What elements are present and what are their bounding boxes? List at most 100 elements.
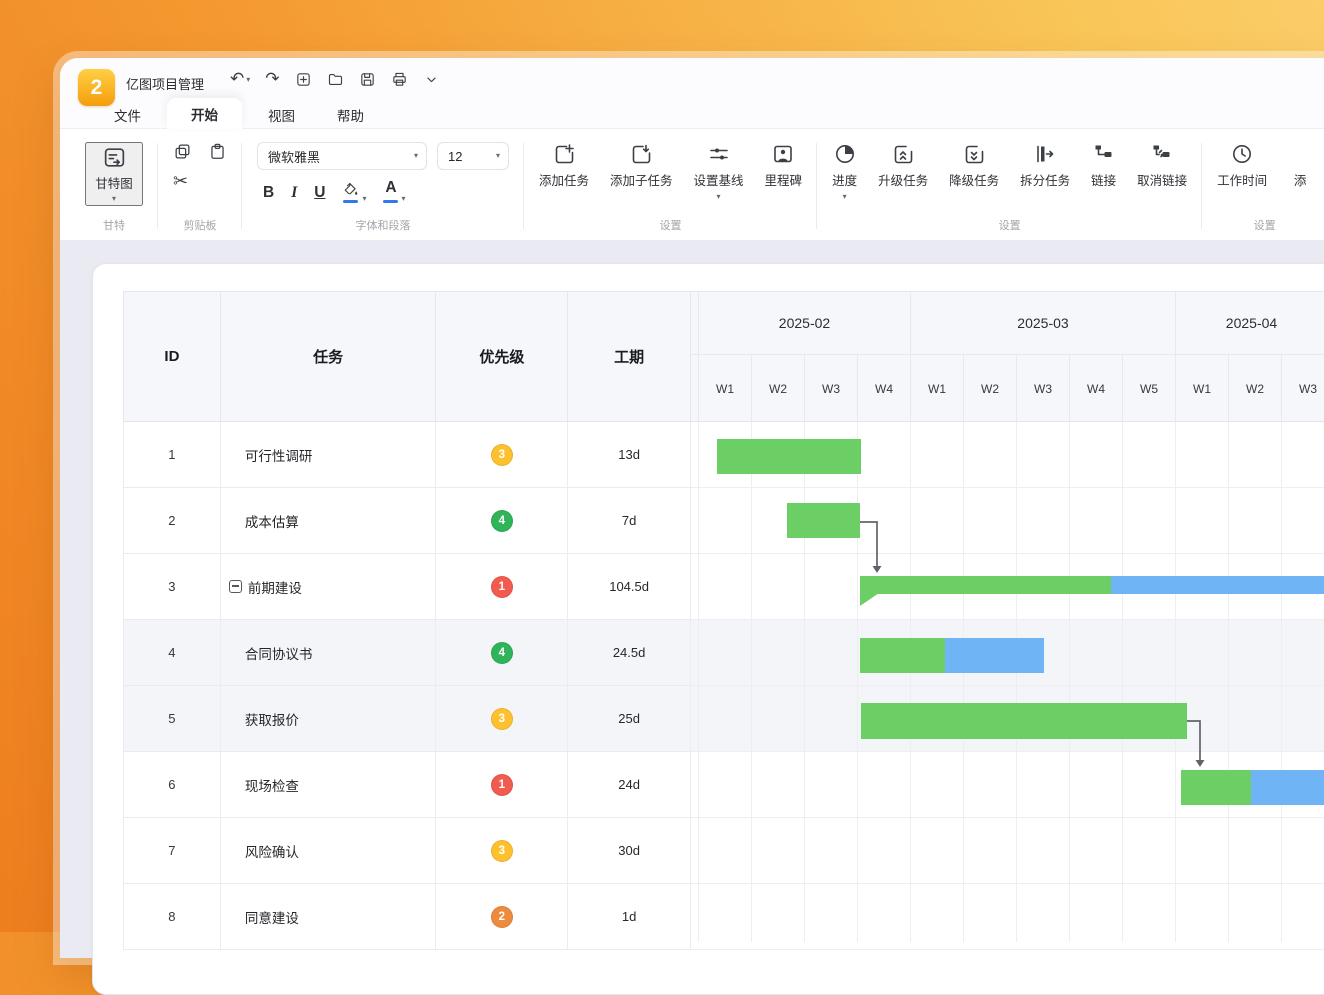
task-name: 获取报价 xyxy=(245,709,299,729)
font-color-button[interactable]: A xyxy=(383,179,398,203)
甘特图-button[interactable]: 甘特图▾ xyxy=(85,142,143,206)
button-label: 升级任务 xyxy=(878,170,928,189)
dropdown-caret-icon: ▾ xyxy=(246,76,250,84)
week-2025-02-W3: W3 xyxy=(804,355,857,422)
app-window: 2 亿图项目管理 ↶▾↷ 文件开始视图帮助 甘特图▾甘特✂剪贴板微软雅黑▾12▾… xyxy=(60,58,1324,958)
font-color-icon: A xyxy=(385,179,396,198)
print-icon[interactable] xyxy=(391,71,408,88)
ribbon-group-3: 添加任务添加子任务设置基线▾里程碑设置 xyxy=(524,129,817,240)
task-id: 7 xyxy=(124,818,221,883)
table-row[interactable]: 8同意建设21d xyxy=(123,884,691,950)
priority-badge: 3 xyxy=(491,840,513,862)
new-document-icon[interactable] xyxy=(295,71,312,88)
baseline-icon xyxy=(707,142,731,166)
task-id: 4 xyxy=(124,620,221,685)
split-button[interactable]: 拆分任务 xyxy=(1020,142,1070,189)
month-2025-04: 2025-04 xyxy=(1175,292,1324,354)
add-task-button[interactable]: 添加任务 xyxy=(539,142,589,189)
task-name-cell: 获取报价 xyxy=(221,686,437,751)
split-icon xyxy=(1033,142,1057,166)
undo-icon[interactable]: ↶▾ xyxy=(230,71,250,88)
week-2025-02-W4: W4 xyxy=(857,355,910,422)
bold-button[interactable]: B xyxy=(263,184,274,203)
copy-button[interactable] xyxy=(173,142,192,161)
downgrade-button[interactable]: 降级任务 xyxy=(949,142,999,189)
priority-cell: 3 xyxy=(436,686,568,751)
duration-cell: 7d xyxy=(568,488,691,553)
fill-color-button[interactable] xyxy=(342,181,359,203)
italic-button[interactable]: I xyxy=(291,184,297,203)
task-id: 1 xyxy=(124,422,221,487)
duration-cell: 104.5d xyxy=(568,554,691,619)
paste-button[interactable] xyxy=(208,142,227,161)
tab-文件[interactable]: 文件 xyxy=(98,100,157,129)
priority-badge: 4 xyxy=(491,642,513,664)
task-id: 5 xyxy=(124,686,221,751)
underline-button[interactable]: U xyxy=(314,184,325,203)
gantt-panel: ID任务优先级工期 1可行性调研313d2成本估算47d3前期建设1104.5d… xyxy=(92,263,1324,995)
priority-cell: 2 xyxy=(436,884,568,949)
add-subtask-icon xyxy=(629,142,653,166)
cut-button[interactable]: ✂ xyxy=(173,173,188,191)
task-table: ID任务优先级工期 1可行性调研313d2成本估算47d3前期建设1104.5d… xyxy=(123,291,691,950)
clipped-partial-button[interactable]: 添 xyxy=(1288,142,1312,189)
task-name: 风险确认 xyxy=(245,841,299,861)
milestone-icon xyxy=(771,142,795,166)
font-name-select[interactable]: 微软雅黑 ▾ xyxy=(257,142,427,170)
table-row[interactable]: 4合同协议书424.5d xyxy=(123,620,691,686)
duration-cell: 30d xyxy=(568,818,691,883)
priority-cell: 4 xyxy=(436,488,568,553)
table-header: ID任务优先级工期 xyxy=(123,291,691,422)
priority-badge: 3 xyxy=(491,708,513,730)
link-button[interactable]: 链接 xyxy=(1091,142,1116,189)
ribbon: 甘特图▾甘特✂剪贴板微软雅黑▾12▾BIU▾A▾字体和段落添加任务添加子任务设置… xyxy=(60,129,1324,241)
table-row[interactable]: 7 风险确认 3 30d xyxy=(123,818,691,884)
task-name: 成本估算 xyxy=(245,511,299,531)
table-row[interactable]: 1可行性调研313d xyxy=(123,422,691,488)
table-row[interactable]: 5获取报价325d xyxy=(123,686,691,752)
week-2025-03-W1: W1 xyxy=(910,355,963,422)
tab-视图[interactable]: 视图 xyxy=(252,100,311,129)
task-name: 前期建设 xyxy=(248,577,302,597)
save-icon[interactable] xyxy=(359,71,376,88)
button-label: 添加任务 xyxy=(539,170,589,189)
button-label: 取消链接 xyxy=(1137,170,1187,189)
connector-line xyxy=(860,522,877,567)
collapse-ribbon-icon[interactable] xyxy=(423,71,440,88)
priority-badge: 2 xyxy=(491,906,513,928)
tab-帮助[interactable]: 帮助 xyxy=(321,100,380,129)
collapse-icon[interactable] xyxy=(229,580,242,593)
ribbon-group-4: 进度▾升级任务降级任务拆分任务链接取消链接设置 xyxy=(817,129,1202,240)
connector-arrow-icon xyxy=(873,566,882,573)
document-canvas: ID任务优先级工期 1可行性调研313d2成本估算47d3前期建设1104.5d… xyxy=(60,240,1324,958)
dropdown-caret-icon: ▾ xyxy=(406,152,418,160)
progress-button[interactable]: 进度▾ xyxy=(832,142,857,201)
table-row[interactable]: 3前期建设1104.5d xyxy=(123,554,691,620)
redo-icon[interactable]: ↷ xyxy=(265,71,279,88)
copy-icon xyxy=(173,142,192,161)
duration-cell: 24.5d xyxy=(568,620,691,685)
font-name-value: 微软雅黑 xyxy=(268,147,320,166)
milestone-button[interactable]: 里程碑 xyxy=(765,142,803,189)
table-row[interactable]: 6现场检查124d xyxy=(123,752,691,818)
column-header-工期: 工期 xyxy=(568,292,691,421)
gantt-chart: 2025-022025-032025-04 W1W2W3W4W1W2W3W4W5… xyxy=(691,291,1324,950)
app-title: 亿图项目管理 xyxy=(126,74,204,93)
open-folder-icon[interactable] xyxy=(327,71,344,88)
add-subtask-button[interactable]: 添加子任务 xyxy=(610,142,673,189)
progress-icon xyxy=(833,142,857,166)
baseline-button[interactable]: 设置基线▾ xyxy=(694,142,744,201)
table-row[interactable]: 2成本估算47d xyxy=(123,488,691,554)
week-2025-02-W2: W2 xyxy=(751,355,804,422)
font-size-select[interactable]: 12▾ xyxy=(437,142,509,170)
unlink-button[interactable]: 取消链接 xyxy=(1137,142,1187,189)
upgrade-button[interactable]: 升级任务 xyxy=(878,142,928,189)
button-label: 工作时间 xyxy=(1217,170,1267,189)
clock-button[interactable]: 工作时间 xyxy=(1217,142,1267,189)
week-2025-03-W3: W3 xyxy=(1016,355,1069,422)
color-accent-bar xyxy=(343,200,358,203)
tab-开始[interactable]: 开始 xyxy=(167,98,242,129)
week-2025-03-W4: W4 xyxy=(1069,355,1122,422)
duration-cell: 1d xyxy=(568,884,691,949)
month-2025-03: 2025-03 xyxy=(910,292,1175,354)
